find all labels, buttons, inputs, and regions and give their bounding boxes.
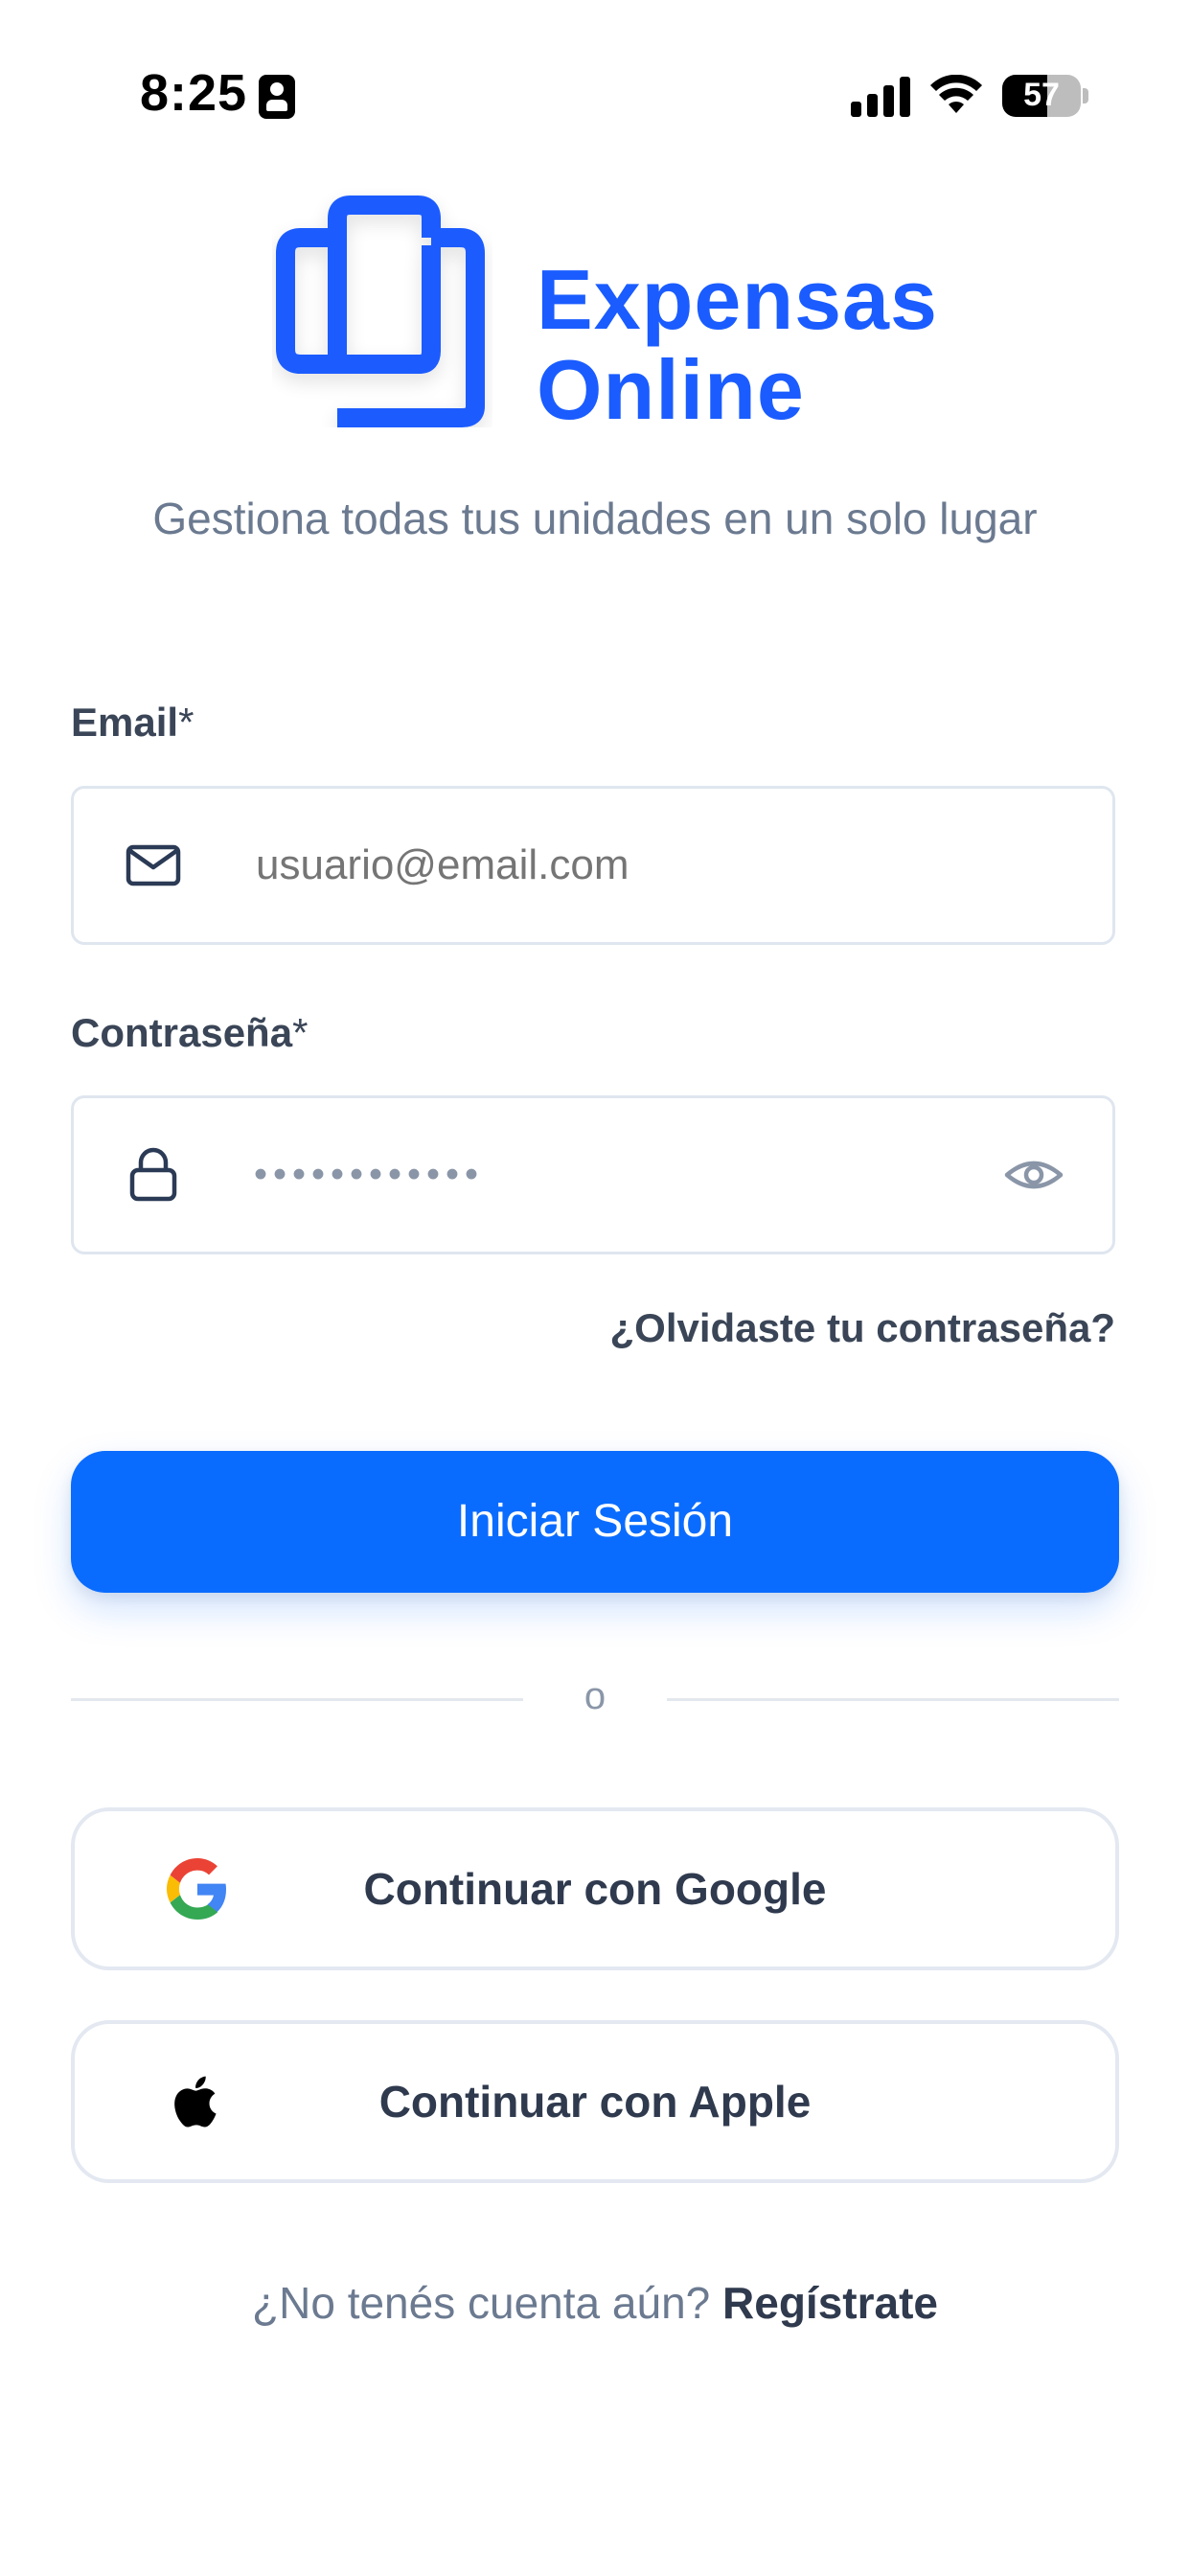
google-signin-button[interactable]: Continuar con Google xyxy=(71,1807,1119,1970)
battery-cap xyxy=(1083,88,1088,104)
signup-prompt-text: ¿No tenés cuenta aún? xyxy=(252,2278,711,2328)
email-label-text: Email xyxy=(71,700,179,745)
eye-icon[interactable] xyxy=(1003,1144,1064,1206)
cellular-signal-icon xyxy=(851,77,912,117)
password-input[interactable]: •••••••••••• xyxy=(254,1154,484,1197)
email-label: Email* xyxy=(71,700,194,746)
password-label-text: Contraseña xyxy=(71,1010,293,1055)
password-label: Contraseña* xyxy=(71,1010,308,1056)
app-logo: Expensas Online xyxy=(272,188,943,447)
battery-percent: 57 xyxy=(1023,77,1060,113)
status-time: 8:25 xyxy=(140,64,248,122)
tagline: Gestiona todas tus unidades en un solo l… xyxy=(152,494,1038,543)
logo-mark-icon xyxy=(276,196,485,427)
forgot-password-link[interactable]: ¿Olvidaste tu contraseña? xyxy=(610,1305,1115,1351)
brand-name: Expensas Online xyxy=(537,255,938,435)
password-field[interactable]: •••••••••••• xyxy=(71,1095,1115,1254)
status-bar: 8:25 57 xyxy=(0,0,1190,192)
brand-name-line2: Online xyxy=(537,342,805,437)
google-signin-label: Continuar con Google xyxy=(363,1864,827,1914)
contact-card-icon xyxy=(259,75,295,119)
apple-signin-button[interactable]: Continuar con Apple xyxy=(71,2020,1119,2183)
divider-text: o xyxy=(584,1675,606,1717)
apple-signin-label: Continuar con Apple xyxy=(378,2077,812,2127)
mail-icon xyxy=(126,844,181,886)
wifi-icon xyxy=(930,75,982,113)
email-required-marker: * xyxy=(178,700,195,745)
battery-icon: 57 xyxy=(1002,75,1081,117)
brand-name-line1: Expensas xyxy=(537,252,938,347)
signup-link[interactable]: Regístrate xyxy=(722,2278,938,2328)
lock-icon xyxy=(129,1147,177,1202)
email-input[interactable] xyxy=(254,840,1024,890)
login-button[interactable]: Iniciar Sesión xyxy=(71,1451,1119,1593)
signup-prompt: ¿No tenés cuenta aún? Regístrate xyxy=(0,2277,1190,2329)
email-field[interactable] xyxy=(71,786,1115,945)
password-required-marker: * xyxy=(292,1010,309,1055)
